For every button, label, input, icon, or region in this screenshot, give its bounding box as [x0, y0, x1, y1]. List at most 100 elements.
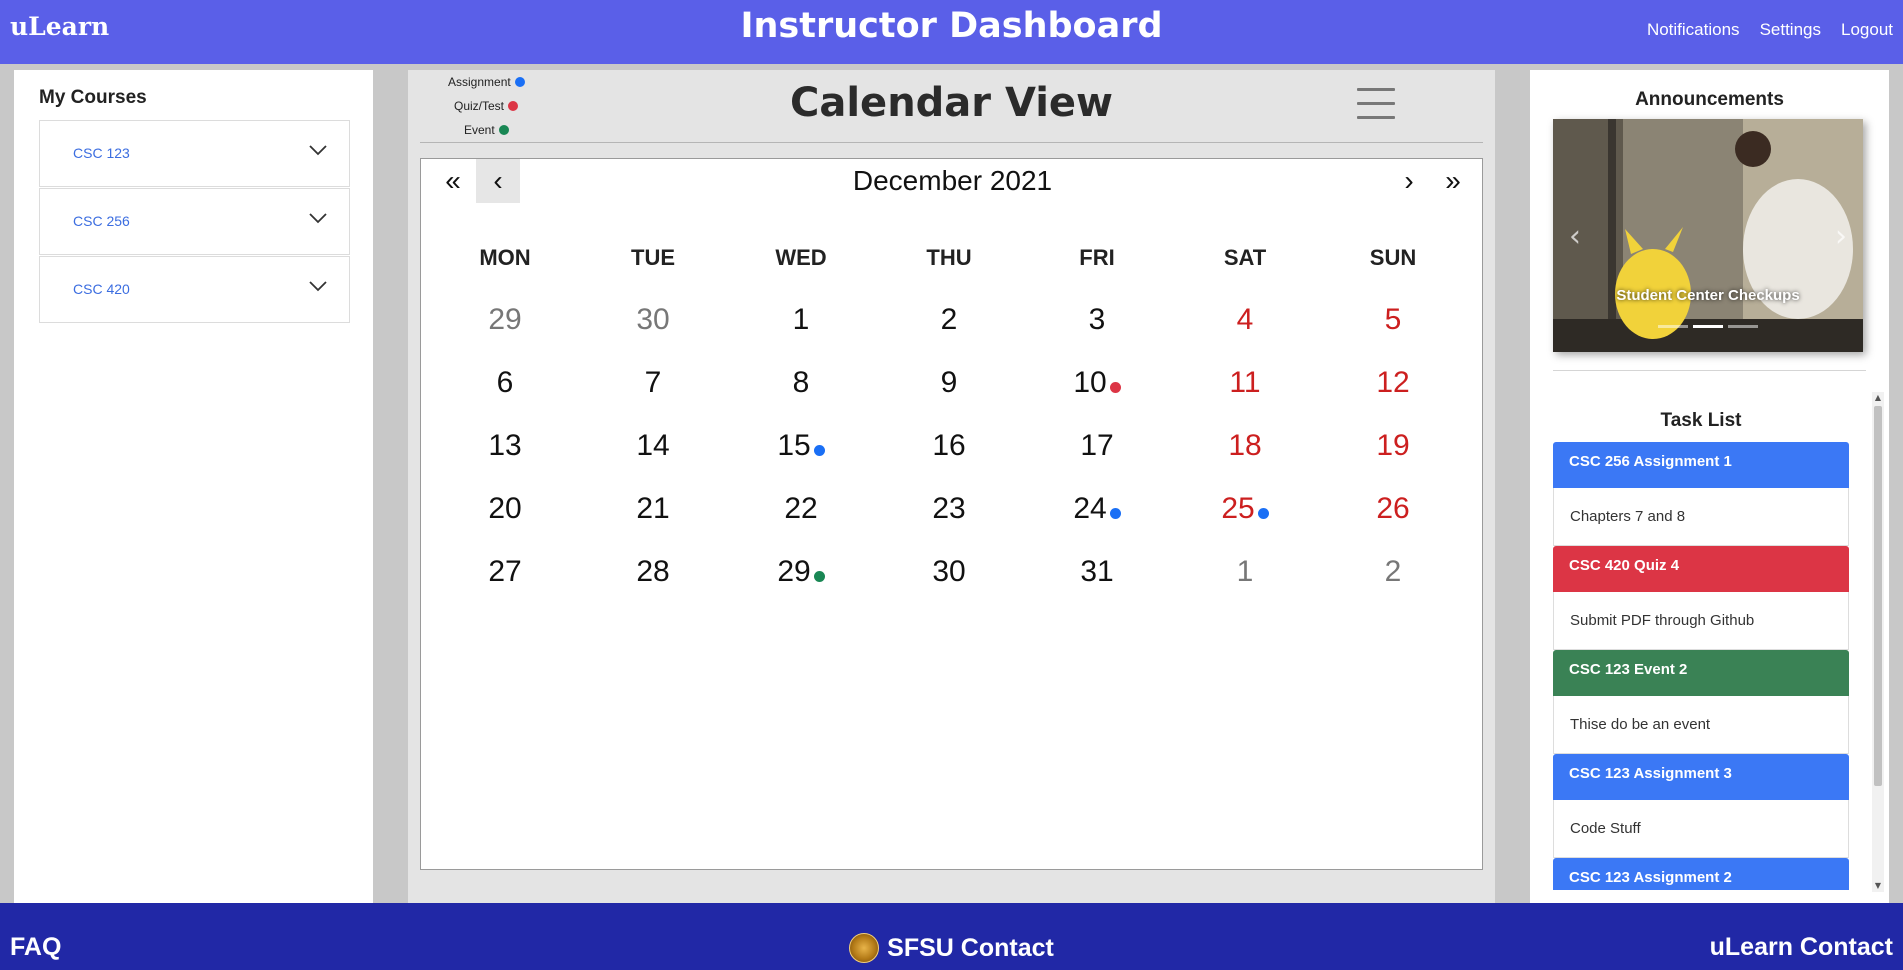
event-marker-icon [1109, 508, 1121, 519]
task-title[interactable]: CSC 123 Assignment 2 [1553, 858, 1849, 890]
scroll-down-icon[interactable]: ▼ [1872, 880, 1884, 892]
task-card[interactable]: CSC 123 Event 2 Thise do be an event [1553, 650, 1849, 754]
calendar-day[interactable]: 5 [1319, 303, 1467, 337]
calendar-day[interactable]: 27 [431, 555, 579, 589]
task-description: Code Stuff [1553, 800, 1849, 858]
day-number: 14 [636, 429, 670, 462]
calendar-day[interactable]: 30 [875, 555, 1023, 589]
task-card[interactable]: CSC 256 Assignment 1 Chapters 7 and 8 [1553, 442, 1849, 546]
calendar-day[interactable]: 3 [1023, 303, 1171, 337]
calendar-day[interactable]: 10 [1023, 366, 1171, 400]
day-number: 15 [777, 429, 811, 462]
month-label[interactable]: December 2021 [421, 165, 1484, 197]
calendar-day[interactable]: 12 [1319, 366, 1467, 400]
calendar-day[interactable]: 14 [579, 429, 727, 463]
task-description: Submit PDF through Github [1553, 592, 1849, 650]
course-label: CSC 420 [73, 281, 130, 297]
day-number: 13 [488, 429, 522, 462]
calendar-day[interactable]: 9 [875, 366, 1023, 400]
course-accordion-csc420[interactable]: CSC 420 [39, 256, 350, 323]
event-dot-icon [498, 125, 509, 135]
calendar-day[interactable]: 30 [579, 303, 727, 337]
day-number: 1 [792, 303, 810, 336]
calendar-day[interactable]: 16 [875, 429, 1023, 463]
carousel-prev-icon[interactable]: ‹ [1569, 219, 1581, 254]
weekday-header: SUN [1369, 245, 1417, 270]
weekday-header: THU [926, 245, 972, 270]
calendar-day[interactable]: 17 [1023, 429, 1171, 463]
task-title[interactable]: CSC 123 Assignment 3 [1553, 754, 1849, 800]
day-number: 24 [1073, 492, 1107, 525]
day-number: 25 [1221, 492, 1255, 525]
course-label: CSC 256 [73, 213, 130, 229]
carousel-indicator[interactable] [1658, 325, 1688, 328]
carousel-next-icon[interactable]: › [1835, 219, 1847, 254]
calendar-day[interactable]: 15 [727, 429, 875, 463]
calendar-day[interactable]: 21 [579, 492, 727, 526]
calendar-day[interactable]: 31 [1023, 555, 1171, 589]
calendar-day[interactable]: 1 [727, 303, 875, 337]
carousel-indicators [1658, 325, 1758, 328]
day-number: 27 [488, 555, 522, 588]
calendar-day[interactable]: 25 [1171, 492, 1319, 526]
notifications-link[interactable]: Notifications [1647, 20, 1740, 40]
calendar-panel: Assignment Quiz/Test Event Calendar View… [408, 70, 1495, 903]
event-marker-icon [813, 571, 825, 582]
calendar-day[interactable]: 2 [1319, 555, 1467, 589]
day-number: 29 [777, 555, 811, 588]
announcement-carousel[interactable]: Student Center Checkups ‹ › [1553, 119, 1863, 352]
task-title[interactable]: CSC 123 Event 2 [1553, 650, 1849, 696]
calendar-day[interactable]: 28 [579, 555, 727, 589]
calendar-day[interactable]: 18 [1171, 429, 1319, 463]
calendar-day[interactable]: 23 [875, 492, 1023, 526]
sfsu-contact-link[interactable]: SFSU Contact [887, 934, 1054, 963]
calendar-day[interactable]: 29 [431, 303, 579, 337]
day-number: 29 [488, 303, 522, 336]
weekday-header: FRI [1079, 245, 1115, 270]
calendar-day[interactable]: 2 [875, 303, 1023, 337]
next-month-button[interactable]: › [1387, 159, 1431, 203]
settings-link[interactable]: Settings [1760, 20, 1821, 40]
announcement-image [1553, 119, 1863, 352]
calendar-day[interactable]: 11 [1171, 366, 1319, 400]
task-card[interactable]: CSC 123 Assignment 3 Code Stuff [1553, 754, 1849, 858]
hamburger-menu-icon[interactable] [1357, 88, 1395, 122]
task-card[interactable]: CSC 123 Assignment 2 [1553, 858, 1849, 890]
task-list-scrollbar[interactable]: ▲ ▼ [1872, 392, 1884, 892]
course-accordion-csc256[interactable]: CSC 256 [39, 188, 350, 255]
course-accordion-csc123[interactable]: CSC 123 [39, 120, 350, 187]
calendar-day[interactable]: 7 [579, 366, 727, 400]
calendar-day[interactable]: 1 [1171, 555, 1319, 589]
day-number: 8 [792, 366, 810, 399]
day-number: 22 [784, 492, 818, 525]
calendar-day[interactable]: 19 [1319, 429, 1467, 463]
calendar-day[interactable]: 4 [1171, 303, 1319, 337]
logout-link[interactable]: Logout [1841, 20, 1893, 40]
calendar-day[interactable]: 6 [431, 366, 579, 400]
day-number: 30 [636, 303, 670, 336]
scrollbar-thumb[interactable] [1874, 406, 1882, 786]
calendar-day[interactable]: 20 [431, 492, 579, 526]
footer: FAQ SFSU Contact uLearn Contact [0, 903, 1903, 970]
calendar-day[interactable]: 8 [727, 366, 875, 400]
calendar-day[interactable]: 26 [1319, 492, 1467, 526]
event-marker-icon [813, 445, 825, 456]
task-title[interactable]: CSC 420 Quiz 4 [1553, 546, 1849, 592]
day-number: 21 [636, 492, 670, 525]
carousel-indicator[interactable] [1693, 325, 1723, 328]
task-title[interactable]: CSC 256 Assignment 1 [1553, 442, 1849, 488]
task-card[interactable]: CSC 420 Quiz 4 Submit PDF through Github [1553, 546, 1849, 650]
calendar-day[interactable]: 29 [727, 555, 875, 589]
logo[interactable]: uLearn [10, 12, 109, 41]
calendar-day[interactable]: 24 [1023, 492, 1171, 526]
day-number: 26 [1376, 492, 1410, 525]
calendar-day[interactable]: 13 [431, 429, 579, 463]
calendar-day[interactable]: 22 [727, 492, 875, 526]
task-description: Thise do be an event [1553, 696, 1849, 754]
carousel-indicator[interactable] [1728, 325, 1758, 328]
ulearn-contact-link[interactable]: uLearn Contact [1710, 933, 1893, 962]
day-number: 31 [1080, 555, 1114, 588]
next-year-button[interactable]: » [1431, 159, 1475, 203]
day-number: 23 [932, 492, 966, 525]
scroll-up-icon[interactable]: ▲ [1872, 392, 1884, 404]
